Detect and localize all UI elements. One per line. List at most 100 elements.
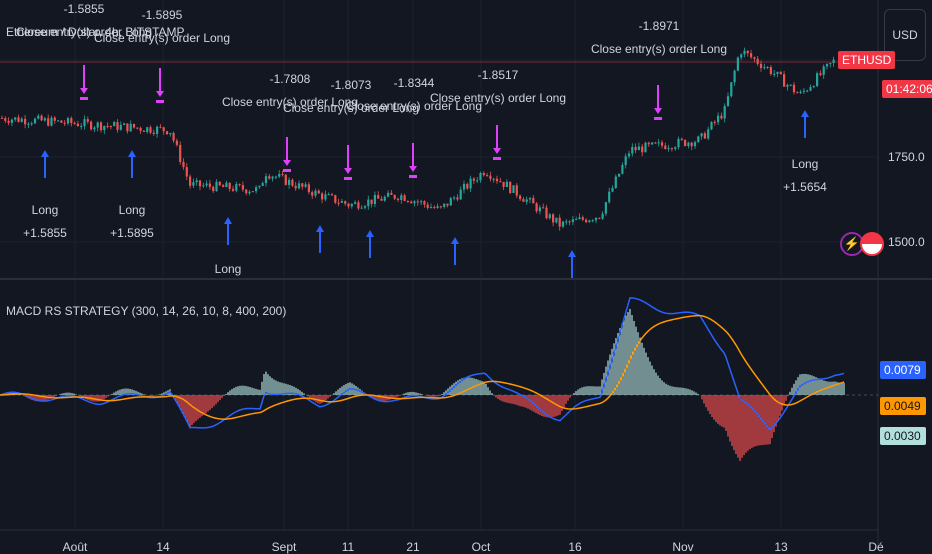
candle-body: [311, 192, 314, 196]
candle-body: [512, 185, 515, 193]
candle-body: [396, 198, 400, 200]
candle-body: [631, 146, 634, 154]
candle-body: [825, 63, 829, 67]
candle-body: [621, 165, 624, 174]
candle-body: [756, 58, 759, 64]
candle-body: [578, 217, 581, 220]
candle-body: [106, 125, 109, 127]
candle-body: [340, 201, 343, 203]
candle-body: [156, 126, 159, 134]
candle-body: [469, 178, 472, 189]
candle-body: [222, 185, 225, 188]
candle-body: [796, 92, 799, 94]
candle-body: [73, 123, 76, 125]
candle-body: [53, 117, 56, 121]
signal-value-tag: 0.0049: [880, 397, 926, 415]
candle-body: [218, 181, 221, 186]
candle-body: [66, 118, 70, 124]
candle-body: [495, 178, 499, 182]
candle-body: [165, 131, 169, 135]
candle-body: [509, 181, 512, 193]
candle-body: [261, 183, 264, 186]
candle-body: [149, 127, 152, 133]
candle-body: [456, 197, 459, 200]
candle-body: [730, 82, 733, 97]
candle-body: [664, 145, 667, 150]
candle-body: [515, 185, 518, 196]
candle-body: [581, 217, 584, 220]
candle-body: [47, 118, 50, 126]
candle-body: [119, 124, 122, 130]
candle-body: [268, 176, 271, 179]
candle-body: [522, 199, 525, 202]
candle-body: [459, 189, 462, 200]
candle-body: [314, 190, 317, 196]
candle-body: [17, 117, 20, 122]
candle-body: [225, 182, 228, 188]
candle-body: [472, 178, 475, 181]
candle-body: [215, 181, 218, 192]
candle-body: [723, 106, 726, 119]
candle-body: [505, 181, 508, 188]
exit-marker: [409, 175, 417, 178]
long-arrow-icon: [366, 230, 374, 237]
candle-body: [700, 133, 703, 137]
long-arrow-icon: [41, 150, 49, 157]
candle-body: [228, 182, 231, 189]
close-trade-label: -1.8971 Close entry(s) order Long: [590, 19, 728, 56]
candle-body: [109, 126, 112, 128]
candle-body: [792, 84, 796, 93]
candle-body: [733, 70, 736, 83]
candle-body: [63, 122, 66, 124]
long-arrow-icon: [316, 225, 324, 232]
candle-body: [736, 57, 739, 71]
candle-body: [324, 194, 327, 200]
candle-body: [832, 59, 835, 64]
candle-body: [476, 180, 479, 182]
candle-body: [57, 120, 60, 122]
candle-body: [568, 221, 571, 223]
candle-body: [294, 185, 297, 189]
candle-body: [208, 183, 211, 187]
candle-body: [116, 122, 119, 130]
candle-body: [670, 148, 673, 150]
candle-body: [819, 73, 822, 75]
candle-body: [159, 126, 162, 128]
candle-body: [129, 123, 132, 132]
candle-body: [449, 198, 452, 206]
candle-body: [60, 120, 63, 123]
candle-body: [205, 183, 208, 186]
candle-body: [380, 198, 383, 201]
candle-body: [400, 195, 403, 200]
time-tick: Sept: [271, 540, 297, 554]
candle-body: [786, 84, 789, 87]
time-tick: 13: [774, 540, 788, 554]
candle-body: [479, 173, 482, 181]
candle-body: [555, 217, 558, 223]
histogram-value-tag: 0.0030: [880, 427, 926, 445]
long-arrow-icon: [451, 237, 459, 244]
candle-body: [783, 74, 786, 87]
candle-body: [680, 138, 683, 140]
candle-body: [20, 118, 23, 122]
candle-body: [759, 63, 763, 69]
candle-body: [14, 117, 17, 120]
candle-body: [354, 202, 357, 204]
candle-body: [172, 132, 175, 141]
symbol-last-price-tag: ETHUSD: [838, 51, 896, 69]
candle-body: [162, 127, 165, 132]
candle-body: [146, 127, 149, 132]
candle-body: [337, 202, 340, 204]
candle-body: [535, 203, 538, 212]
candle-body: [373, 194, 376, 205]
candle-body: [429, 207, 433, 209]
candle-body: [802, 90, 805, 92]
candle-body: [274, 176, 277, 178]
candle-body: [40, 115, 43, 121]
candle-body: [552, 214, 555, 223]
time-tick: Août: [62, 540, 88, 554]
candle-body: [403, 195, 406, 201]
candle-body: [651, 142, 654, 145]
candle-body: [588, 220, 591, 223]
us-flag-icon[interactable]: [860, 232, 884, 256]
